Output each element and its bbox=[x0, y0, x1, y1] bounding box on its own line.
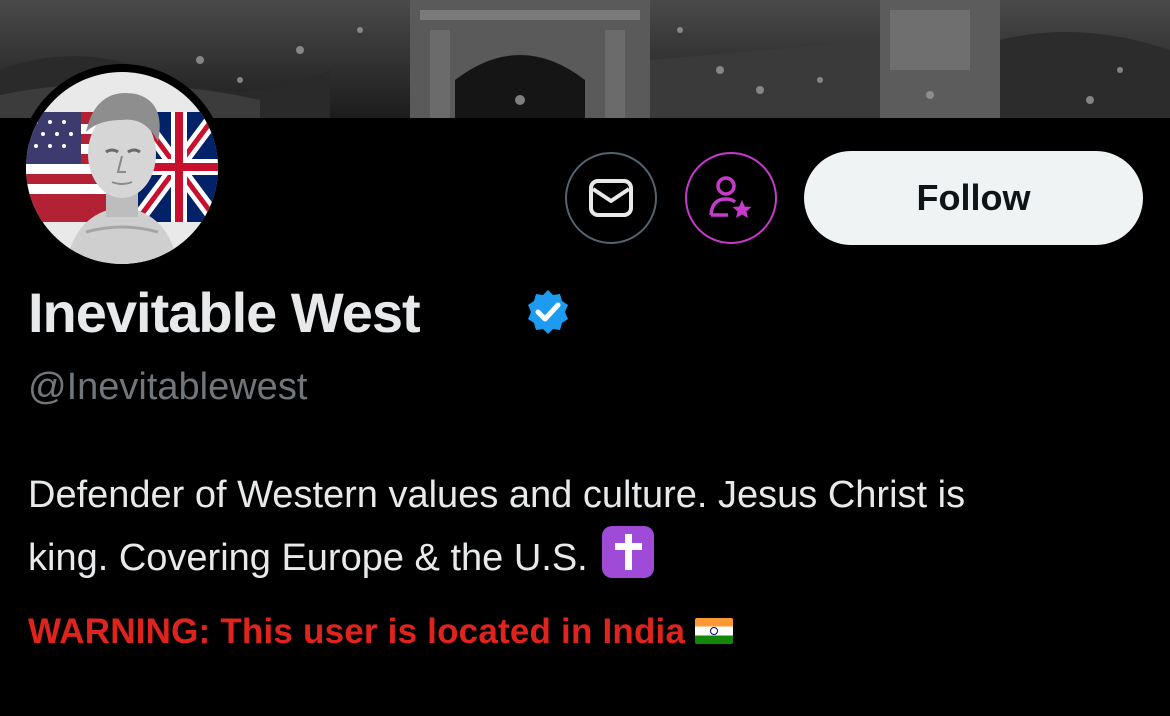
india-flag-icon bbox=[695, 617, 734, 644]
follow-button[interactable]: Follow bbox=[804, 151, 1143, 245]
profile-bio: Defender of Western values and culture. … bbox=[28, 464, 1148, 589]
warning-text: WARNING: This user is located in India bbox=[28, 612, 686, 651]
display-name: Inevitable West bbox=[28, 281, 421, 344]
profile-avatar[interactable] bbox=[18, 64, 226, 272]
message-button[interactable] bbox=[565, 152, 657, 244]
person-star-icon bbox=[709, 176, 752, 218]
subscribe-button[interactable] bbox=[685, 152, 777, 244]
cross-emoji-icon bbox=[602, 526, 655, 578]
profile-handle: @Inevitablewest bbox=[28, 366, 308, 408]
mail-icon bbox=[589, 179, 633, 217]
location-warning: WARNING: This user is located in India bbox=[28, 612, 734, 652]
avatar-image bbox=[26, 72, 218, 264]
bio-line-1: Defender of Western values and culture. … bbox=[28, 474, 966, 516]
bio-line-2: king. Covering Europe & the U.S. bbox=[28, 537, 588, 579]
verified-badge-icon[interactable] bbox=[524, 288, 572, 336]
